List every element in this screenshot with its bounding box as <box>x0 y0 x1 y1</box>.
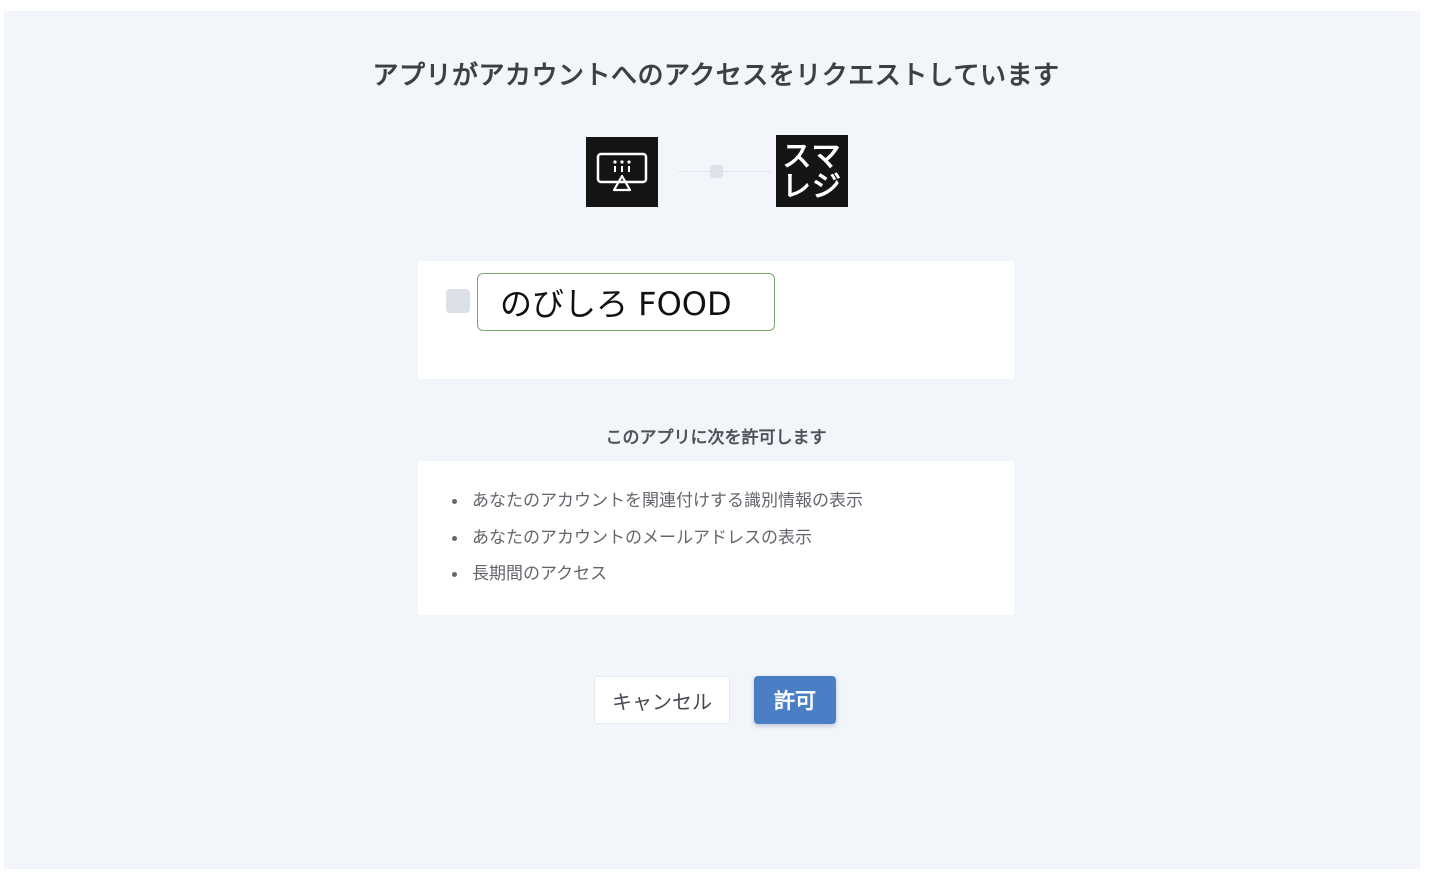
permissions-card: あなたのアカウントを関連付けする識別情報の表示 あなたのアカウントのメールアドレ… <box>418 461 1014 615</box>
page-title: アプリがアカウントへのアクセスをリクエストしています <box>372 61 1060 91</box>
app-logos: スマ レジ <box>586 135 852 209</box>
permission-item: 長期間のアクセス <box>452 558 863 595</box>
account-name: のびしろ FOOD <box>477 273 775 331</box>
monitor-icon <box>596 152 648 192</box>
allow-button[interactable]: 許可 <box>754 676 836 724</box>
app-logo <box>586 137 658 207</box>
account-card: のびしろ FOOD <box>418 261 1014 379</box>
permissions-heading: このアプリに次を許可します <box>605 428 827 448</box>
auth-page: アプリがアカウントへのアクセスをリクエストしています スマ レジ のびしろ FO… <box>4 11 1420 869</box>
connector-dot-icon <box>710 165 723 178</box>
permissions-list: あなたのアカウントを関連付けする識別情報の表示 あなたのアカウントのメールアドレ… <box>452 485 863 595</box>
account-checkbox[interactable] <box>446 289 470 313</box>
permission-item: あなたのアカウントのメールアドレスの表示 <box>452 522 863 559</box>
service-logo: スマ レジ <box>776 135 848 207</box>
service-logo-line1: スマ <box>782 139 842 173</box>
permission-item: あなたのアカウントを関連付けする識別情報の表示 <box>452 485 863 522</box>
cancel-button[interactable]: キャンセル <box>594 676 730 724</box>
service-logo-line2: レジ <box>781 169 842 203</box>
logo-connector <box>678 171 772 172</box>
